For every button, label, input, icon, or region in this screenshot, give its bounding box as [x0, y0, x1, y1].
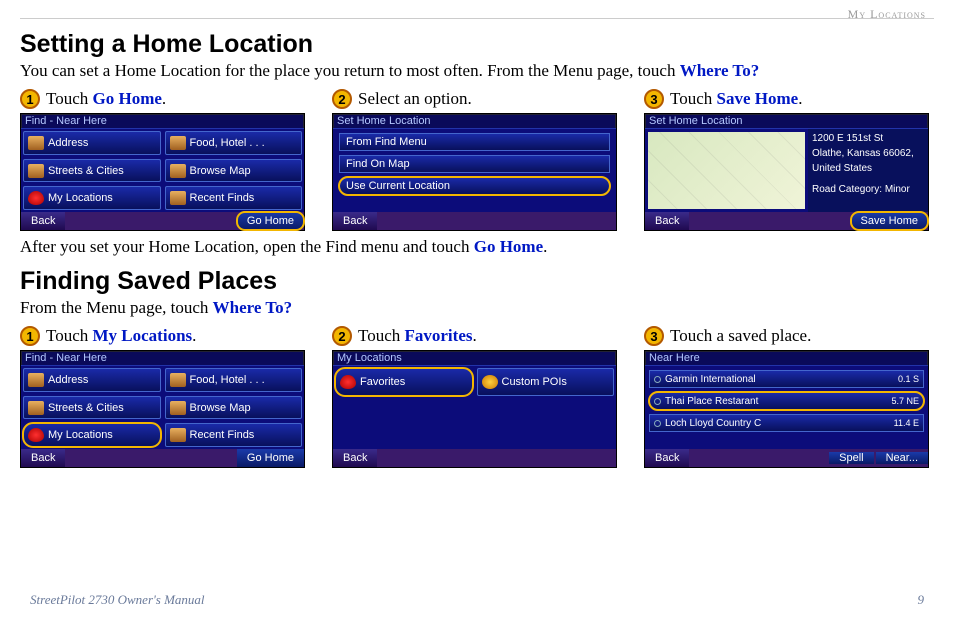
go-home-button[interactable]: Go Home: [237, 212, 304, 230]
back-button[interactable]: Back: [21, 449, 65, 467]
back-button[interactable]: Back: [645, 212, 689, 230]
menu-streets[interactable]: Streets & Cities: [23, 159, 161, 183]
poi-icon: [170, 373, 186, 387]
device-screen-nearhere: Near Here Garmin International0.1 S Thai…: [644, 350, 929, 468]
menu-browsemap[interactable]: Browse Map: [165, 159, 303, 183]
buildings-icon: [28, 164, 44, 178]
step-badge-2: 2: [332, 326, 352, 346]
map-preview[interactable]: [648, 132, 805, 209]
near-button[interactable]: Near...: [876, 452, 928, 464]
history-icon: [170, 428, 186, 442]
bullet-icon: [654, 398, 661, 405]
menu-favorites[interactable]: Favorites: [335, 368, 473, 396]
list-item[interactable]: Loch Lloyd Country C11.4 E: [649, 414, 924, 432]
section-header: My Locations: [20, 7, 934, 22]
heart-icon: [340, 375, 356, 389]
intro-text: You can set a Home Location for the plac…: [20, 61, 934, 81]
menu-food[interactable]: Food, Hotel . . .: [165, 368, 303, 392]
menu-streets[interactable]: Streets & Cities: [23, 396, 161, 420]
spell-button[interactable]: Spell: [829, 452, 873, 464]
map-icon: [170, 401, 186, 415]
after-note: After you set your Home Location, open t…: [20, 237, 934, 257]
back-button[interactable]: Back: [333, 449, 377, 467]
bullet-icon: [654, 376, 661, 383]
poi-icon: [170, 136, 186, 150]
where-to-link: Where To?: [680, 61, 760, 80]
heart-icon: [28, 428, 44, 442]
step-text: Select an option.: [358, 89, 472, 109]
heading-home-location: Setting a Home Location: [20, 30, 934, 59]
device-screen-find: Find - Near Here Address Streets & Citie…: [20, 113, 305, 231]
menu-food[interactable]: Food, Hotel . . .: [165, 131, 303, 155]
step-text: Touch Favorites.: [358, 326, 477, 346]
back-button[interactable]: Back: [21, 212, 65, 230]
menu-custom-pois[interactable]: Custom POIs: [477, 368, 615, 396]
footer-manual-title: StreetPilot 2730 Owner's Manual: [30, 592, 205, 608]
step-text: Touch Go Home.: [46, 89, 166, 109]
bullet-icon: [654, 420, 661, 427]
where-to-link: Where To?: [213, 298, 293, 317]
menu-address[interactable]: Address: [23, 131, 161, 155]
opt-use-current[interactable]: Use Current Location: [339, 177, 610, 195]
step-badge-2: 2: [332, 89, 352, 109]
card-icon: [28, 373, 44, 387]
card-icon: [28, 136, 44, 150]
opt-from-find[interactable]: From Find Menu: [339, 133, 610, 151]
list-item[interactable]: Thai Place Restarant5.7 NE: [649, 392, 924, 410]
device-screen-confirm: Set Home Location 1200 E 151st St Olathe…: [644, 113, 929, 231]
menu-recent[interactable]: Recent Finds: [165, 186, 303, 210]
menu-mylocations[interactable]: My Locations: [23, 423, 161, 447]
device-screen-mylocations: My Locations Favorites Custom POIs Back: [332, 350, 617, 468]
step-badge-3: 3: [644, 326, 664, 346]
footer-page-number: 9: [918, 592, 925, 608]
device-screen-sethome: Set Home Location From Find Menu Find On…: [332, 113, 617, 231]
back-button[interactable]: Back: [645, 449, 689, 467]
intro-text-2: From the Menu page, touch Where To?: [20, 298, 934, 318]
step-badge-1: 1: [20, 326, 40, 346]
menu-mylocations[interactable]: My Locations: [23, 186, 161, 210]
buildings-icon: [28, 401, 44, 415]
step-badge-1: 1: [20, 89, 40, 109]
go-home-button[interactable]: Go Home: [237, 449, 304, 467]
menu-browsemap[interactable]: Browse Map: [165, 396, 303, 420]
step-text: Touch Save Home.: [670, 89, 802, 109]
save-home-button[interactable]: Save Home: [851, 212, 928, 230]
heading-finding-saved: Finding Saved Places: [20, 267, 934, 296]
heart-icon: [28, 191, 44, 205]
device-screen-find: Find - Near Here Address Streets & Citie…: [20, 350, 305, 468]
menu-recent[interactable]: Recent Finds: [165, 423, 303, 447]
marker-icon: [482, 375, 498, 389]
step-text: Touch a saved place.: [670, 326, 811, 346]
opt-find-on-map[interactable]: Find On Map: [339, 155, 610, 173]
history-icon: [170, 191, 186, 205]
address-panel: 1200 E 151st St Olathe, Kansas 66062, Un…: [808, 129, 928, 212]
step-badge-3: 3: [644, 89, 664, 109]
map-icon: [170, 164, 186, 178]
step-text: Touch My Locations.: [46, 326, 196, 346]
list-item[interactable]: Garmin International0.1 S: [649, 370, 924, 388]
menu-address[interactable]: Address: [23, 368, 161, 392]
back-button[interactable]: Back: [333, 212, 377, 230]
